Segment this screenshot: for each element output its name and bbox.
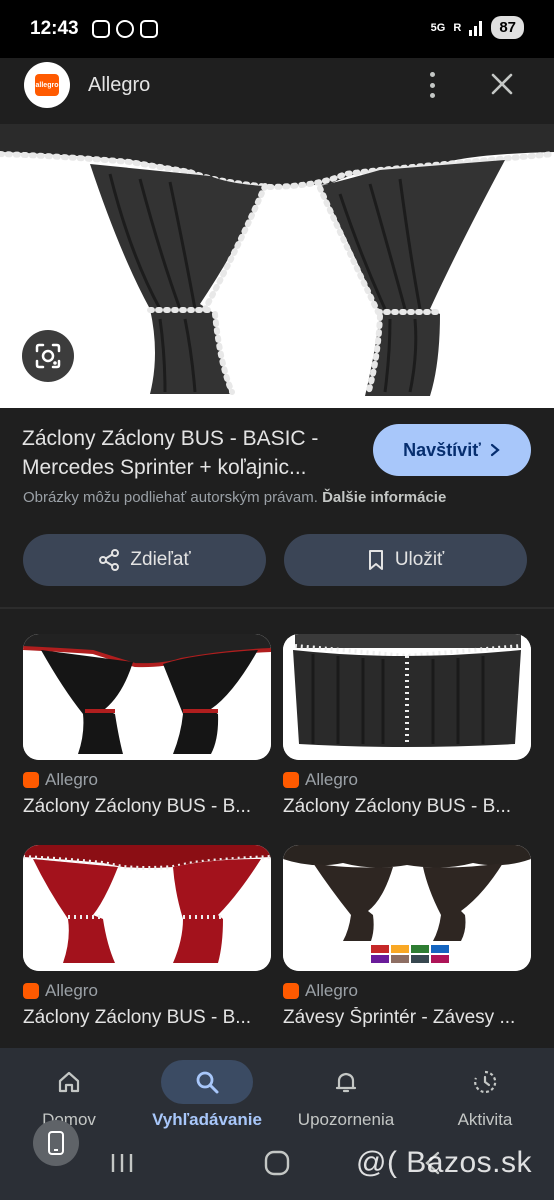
screenshot-icon — [92, 20, 110, 38]
allegro-favicon-icon — [283, 983, 299, 999]
related-source: Allegro — [283, 981, 531, 1001]
bell-icon — [300, 1060, 392, 1104]
visit-button[interactable]: Navštíviť — [373, 424, 531, 476]
phone-icon — [48, 1131, 64, 1155]
related-source: Allegro — [283, 770, 531, 790]
related-thumbnail[interactable] — [23, 845, 271, 971]
related-source-name: Allegro — [305, 770, 358, 789]
related-source: Allegro — [23, 770, 271, 790]
home-icon — [23, 1060, 115, 1104]
network-label: 5G — [430, 21, 446, 34]
related-thumbnail[interactable] — [23, 634, 271, 760]
result-title[interactable]: Záclony Záclony BUS - BASIC - Mercedes S… — [22, 424, 362, 482]
floating-phone-button[interactable] — [33, 1120, 79, 1166]
close-icon[interactable] — [486, 68, 518, 100]
status-notification-icons — [92, 20, 158, 38]
related-card[interactable]: Allegro Záclony Záclony BUS - B... — [283, 634, 531, 818]
allegro-bag-icon: allegro — [35, 74, 59, 96]
nav-label: Upozornenia — [297, 1110, 395, 1129]
status-right: 5G R 87 — [431, 16, 524, 39]
signal-icon — [469, 20, 483, 36]
allegro-logo[interactable]: allegro — [24, 62, 70, 108]
related-title[interactable]: Záclony Záclony BUS - B... — [283, 796, 531, 818]
related-source: Allegro — [23, 981, 271, 1001]
related-thumbnail[interactable] — [283, 845, 531, 971]
allegro-favicon-icon — [23, 772, 39, 788]
share-label: Zdieľať — [130, 549, 191, 570]
related-title[interactable]: Záclony Záclony BUS - B... — [23, 796, 271, 818]
messenger-icon — [116, 20, 134, 38]
section-divider — [0, 607, 554, 609]
search-icon — [161, 1060, 253, 1104]
google-lens-button[interactable] — [22, 330, 74, 382]
share-icon — [99, 549, 120, 571]
related-source-name: Allegro — [45, 770, 98, 789]
recent-apps-icon[interactable] — [110, 1152, 134, 1174]
status-bar: 12:43 5G R 87 — [0, 0, 554, 58]
related-title[interactable]: Závesy Šprintér - Závesy ... — [283, 1007, 531, 1029]
status-time: 12:43 — [30, 18, 79, 39]
result-title-block: Záclony Záclony BUS - BASIC - Mercedes S… — [22, 424, 362, 482]
share-button[interactable]: Zdieľať — [23, 534, 266, 586]
gmail-icon — [140, 20, 158, 38]
related-source-name: Allegro — [305, 981, 358, 1000]
copyright-notice: Obrázky môžu podliehať autorským právam.… — [23, 489, 446, 506]
save-button[interactable]: Uložiť — [284, 534, 527, 586]
main-image[interactable] — [0, 124, 554, 408]
related-card[interactable]: Allegro Závesy Šprintér - Závesy ... — [283, 845, 531, 1029]
related-card[interactable]: Allegro Záclony Záclony BUS - B... — [23, 845, 271, 1029]
related-source-name: Allegro — [45, 981, 98, 1000]
save-label: Uložiť — [394, 549, 445, 570]
source-title[interactable]: Allegro — [88, 74, 150, 97]
lens-icon — [35, 343, 61, 369]
copyright-text: Obrázky môžu podliehať autorským právam. — [23, 489, 318, 506]
nav-label: Vyhľadávanie — [152, 1110, 262, 1129]
related-title[interactable]: Záclony Záclony BUS - B... — [23, 1007, 271, 1029]
allegro-favicon-icon — [23, 983, 39, 999]
related-card[interactable]: Allegro Záclony Záclony BUS - B... — [23, 634, 271, 818]
curtain-image — [0, 124, 554, 408]
chevron-right-icon — [490, 443, 500, 457]
home-system-icon[interactable] — [264, 1150, 290, 1176]
logo-text: allegro — [35, 81, 59, 89]
bookmark-icon — [368, 550, 383, 570]
battery-level: 87 — [491, 16, 524, 39]
visit-label: Navštíviť — [403, 439, 481, 460]
more-options-icon[interactable] — [420, 70, 444, 100]
signal-label: R — [453, 21, 462, 34]
viewer-header: allegro Allegro — [0, 58, 554, 124]
nav-label: Aktivita — [457, 1110, 513, 1129]
activity-icon — [439, 1060, 531, 1104]
watermark: @( Bazos.sk — [356, 1146, 532, 1179]
more-info-link[interactable]: Ďalšie informácie — [322, 489, 446, 506]
related-thumbnail[interactable] — [283, 634, 531, 760]
allegro-favicon-icon — [283, 772, 299, 788]
